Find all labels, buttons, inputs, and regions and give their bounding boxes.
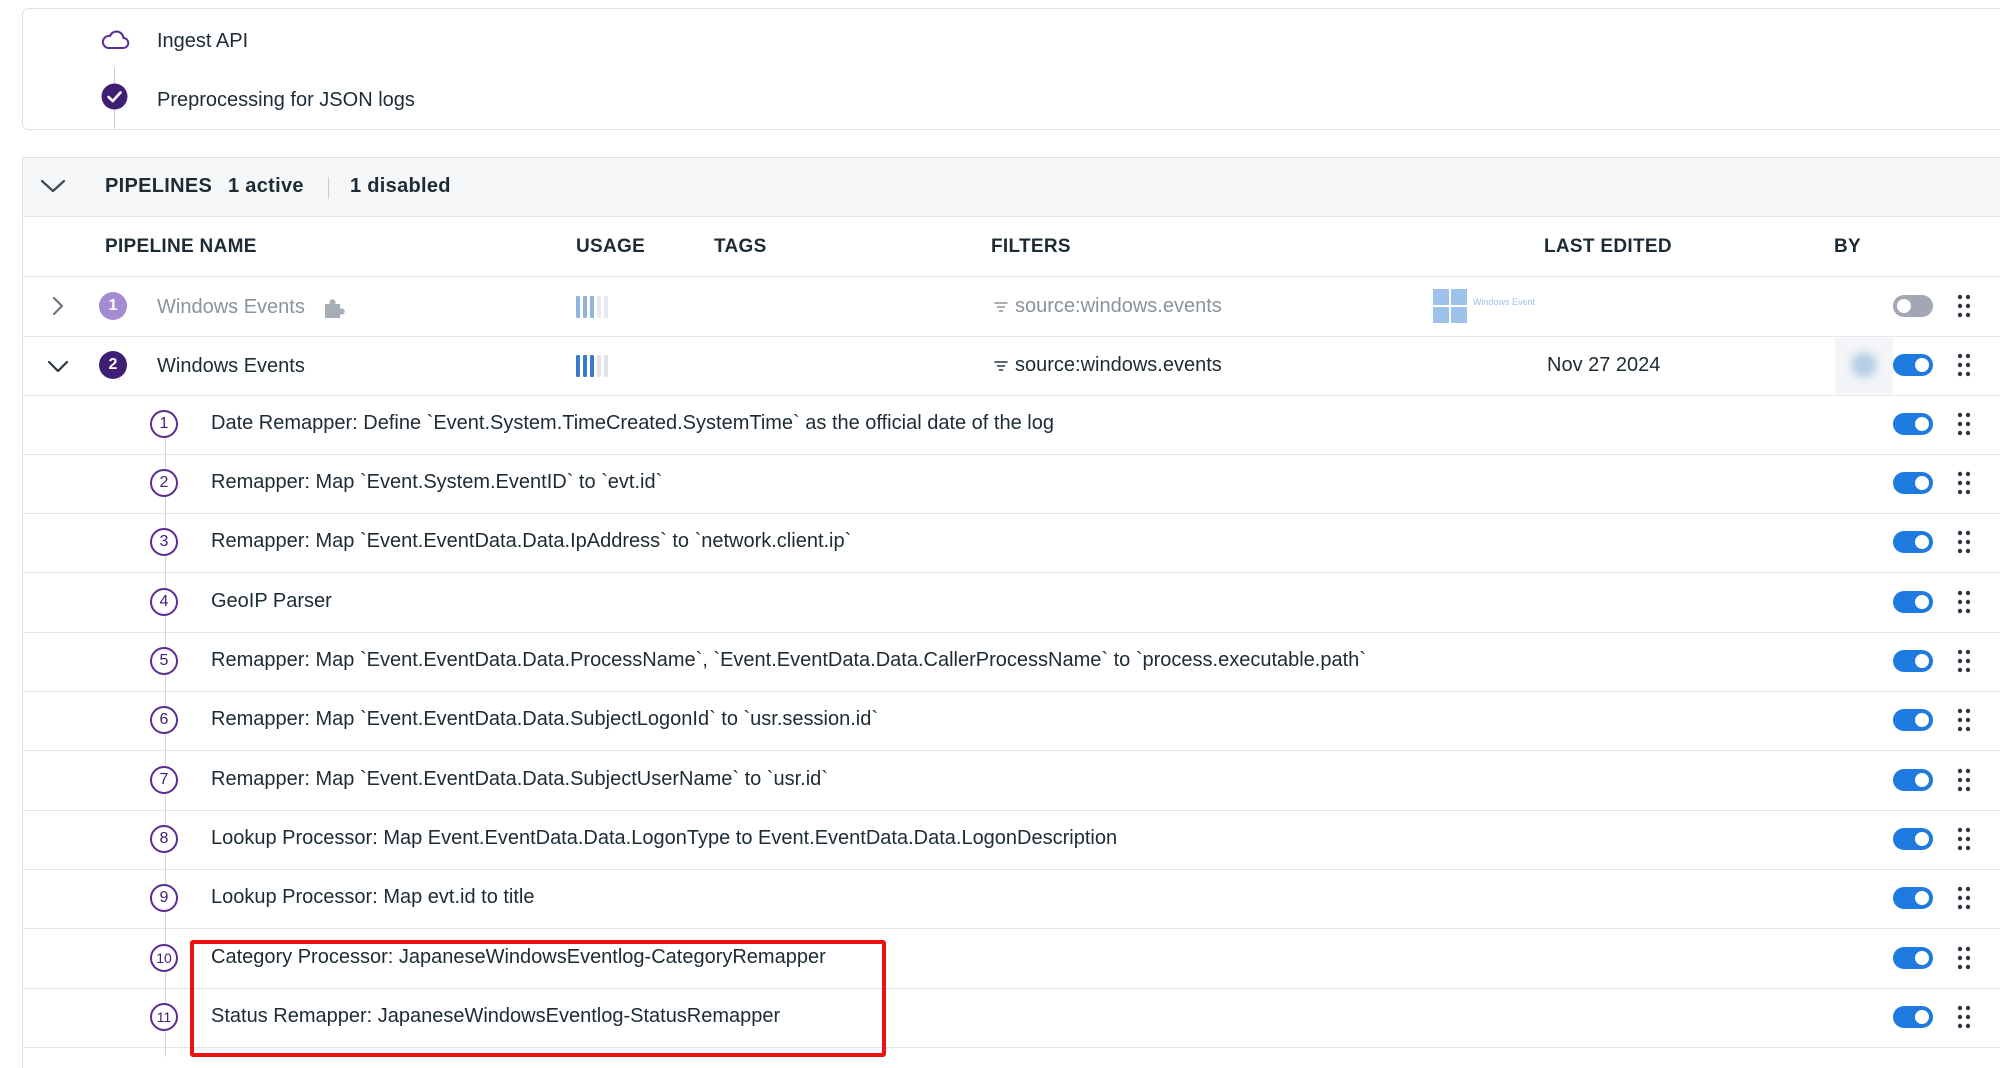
processor-row[interactable]: 3 Remapper: Map `Event.EventData.Data.IpA… [23, 513, 2000, 573]
pipeline-filter-text: source:windows.events [1015, 354, 1222, 376]
processor-toggle[interactable] [1893, 472, 1933, 494]
usage-bar [576, 296, 608, 318]
drag-handle-icon[interactable] [1957, 768, 1971, 792]
active-count[interactable]: 1 active [228, 175, 304, 198]
chevron-down-icon[interactable] [40, 177, 66, 195]
col-by[interactable]: BY [1834, 236, 1861, 258]
drag-handle-icon[interactable] [1957, 294, 1971, 318]
drag-handle-icon[interactable] [1957, 412, 1971, 436]
processor-toggle[interactable] [1893, 709, 1933, 731]
processor-row[interactable]: 5 Remapper: Map `Event.EventData.Data.Pro… [23, 632, 2000, 692]
drag-handle-icon[interactable] [1957, 649, 1971, 673]
processor-label[interactable]: GeoIP Parser [211, 590, 332, 613]
processor-number-badge: 1 [150, 410, 178, 438]
check-circle-icon [101, 83, 128, 110]
processor-row[interactable]: 7 Remapper: Map `Event.EventData.Data.Sub… [23, 751, 2000, 811]
processor-toggle[interactable] [1893, 947, 1933, 969]
usage-bar [576, 355, 608, 377]
processor-row[interactable]: 6 Remapper: Map `Event.EventData.Data.Sub… [23, 691, 2000, 751]
pipeline-filter: source:windows.events [993, 354, 1222, 377]
pipelines-title: PIPELINES [105, 175, 213, 197]
col-tags[interactable]: TAGS [714, 236, 767, 258]
filter-icon [994, 360, 1008, 371]
divider [328, 177, 329, 199]
processor-number-badge: 6 [150, 706, 178, 734]
drag-handle-icon[interactable] [1957, 1005, 1971, 1029]
pipeline-number-badge: 1 [99, 292, 127, 320]
processor-row[interactable]: 4 GeoIP Parser [23, 573, 2000, 633]
processor-label[interactable]: Lookup Processor: Map Event.EventData.Da… [211, 827, 1117, 850]
drag-handle-icon[interactable] [1957, 530, 1971, 554]
pipeline-filter-text: source:windows.events [1015, 295, 1222, 317]
processor-toggle[interactable] [1893, 413, 1933, 435]
processor-label[interactable]: Lookup Processor: Map evt.id to title [211, 886, 535, 909]
pipeline-toggle[interactable] [1893, 295, 1933, 317]
processor-number-badge: 4 [150, 588, 178, 616]
drag-handle-icon[interactable] [1957, 827, 1971, 851]
processor-number-badge: 2 [150, 469, 178, 497]
processor-number-badge: 9 [150, 884, 178, 912]
processor-row[interactable]: 2 Remapper: Map `Event.System.EventID` to… [23, 454, 2000, 514]
filter-icon [994, 301, 1008, 312]
last-edited-date: Nov 27 2024 [1547, 354, 1661, 376]
processor-number-badge: 8 [150, 825, 178, 853]
processor-toggle[interactable] [1893, 828, 1933, 850]
drag-handle-icon[interactable] [1957, 471, 1971, 495]
processor-number-badge: 7 [150, 766, 178, 794]
processor-number-badge: 3 [150, 528, 178, 556]
drag-handle-icon[interactable] [1957, 946, 1971, 970]
pipeline-row-1[interactable]: 1 Windows Events source:windows.events W… [23, 277, 2000, 337]
processor-label[interactable]: Date Remapper: Define `Event.System.Time… [211, 412, 1054, 435]
windows-logo-icon [1433, 289, 1467, 323]
col-pipeline-name[interactable]: PIPELINE NAME [105, 236, 257, 258]
chevron-right-icon[interactable] [45, 293, 71, 319]
preprocessing-json-label[interactable]: Preprocessing for JSON logs [157, 89, 415, 112]
processor-toggle[interactable] [1893, 769, 1933, 791]
logo-text: Windows Event [1473, 297, 1536, 307]
processor-toggle[interactable] [1893, 531, 1933, 553]
ingest-api-label: Ingest API [157, 30, 249, 52]
col-usage[interactable]: USAGE [576, 236, 645, 258]
avatar[interactable] [1851, 352, 1877, 378]
drag-handle-icon[interactable] [1957, 886, 1971, 910]
cloud-icon [101, 30, 130, 49]
col-filters[interactable]: FILTERS [991, 236, 1071, 258]
col-last-edited[interactable]: LAST EDITED [1544, 236, 1672, 258]
processor-toggle[interactable] [1893, 1006, 1933, 1028]
drag-handle-icon[interactable] [1957, 708, 1971, 732]
pipeline-toggle[interactable] [1893, 354, 1933, 376]
windows-event-logo: Windows Event [1433, 289, 1535, 325]
editor-avatar-area [1835, 338, 1893, 394]
processor-label[interactable]: Remapper: Map `Event.EventData.Data.Proc… [211, 649, 1366, 672]
processor-toggle[interactable] [1893, 650, 1933, 672]
processor-label[interactable]: Remapper: Map `Event.EventData.Data.Subj… [211, 768, 828, 791]
chevron-down-icon[interactable] [45, 353, 71, 379]
pipeline-filter: source:windows.events [993, 295, 1222, 318]
pipeline-name[interactable]: Windows Events [157, 355, 305, 378]
processor-label[interactable]: Remapper: Map `Event.EventData.Data.Subj… [211, 708, 878, 731]
pipelines-header: PIPELINES 1 active 1 disabled [23, 158, 2000, 217]
processor-number-badge: 5 [150, 647, 178, 675]
processor-label[interactable]: Remapper: Map `Event.System.EventID` to … [211, 471, 662, 494]
pipeline-number-badge: 2 [99, 351, 127, 379]
processor-label[interactable]: Remapper: Map `Event.EventData.Data.IpAd… [211, 530, 851, 553]
pipeline-name[interactable]: Windows Events [157, 296, 305, 319]
processor-number-badge: 11 [150, 1003, 178, 1031]
drag-handle-icon[interactable] [1957, 590, 1971, 614]
processor-toggle[interactable] [1893, 591, 1933, 613]
processor-row[interactable]: 9 Lookup Processor: Map evt.id to title [23, 869, 2000, 929]
pipeline-row-2[interactable]: 2 Windows Events source:windows.events N… [23, 336, 2000, 396]
processor-toggle[interactable] [1893, 887, 1933, 909]
processor-row[interactable]: 1 Date Remapper: Define `Event.System.Tim… [23, 395, 2000, 455]
processor-row[interactable]: 8 Lookup Processor: Map Event.EventData.D… [23, 810, 2000, 870]
processor-number-badge: 10 [150, 944, 178, 972]
highlight-box [190, 940, 886, 1057]
integration-puzzle-icon [325, 299, 345, 318]
drag-handle-icon[interactable] [1957, 353, 1971, 377]
disabled-count[interactable]: 1 disabled [350, 175, 451, 198]
preprocessing-card: Ingest API Preprocessing for JSON logs [22, 8, 2000, 130]
